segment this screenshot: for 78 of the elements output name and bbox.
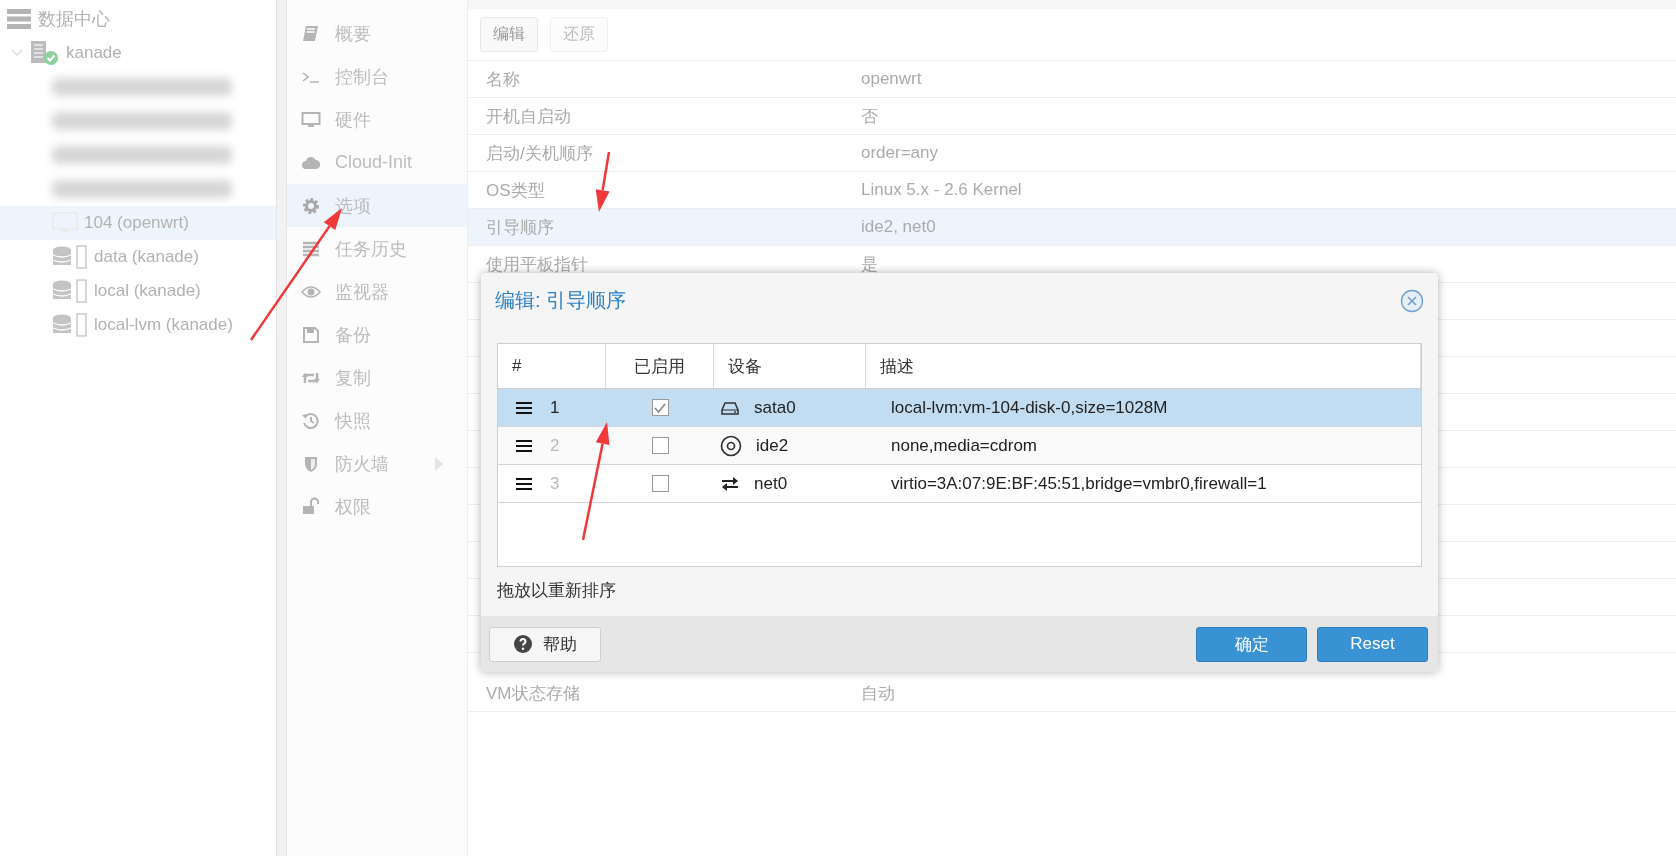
column-header[interactable]: 设备 xyxy=(714,344,866,388)
tree-item[interactable]: local-lvm (kanade) xyxy=(0,308,276,342)
property-value: openwrt xyxy=(861,69,922,89)
nav-item[interactable]: 控制台 xyxy=(287,55,467,98)
property-label: 启动/关机顺序 xyxy=(485,142,594,165)
server-online-icon xyxy=(30,40,60,66)
property-label: 引导顺序 xyxy=(485,216,555,239)
column-header[interactable]: 已启用 xyxy=(606,344,714,388)
server-rack-icon xyxy=(6,8,32,30)
tree-item[interactable]: 数据中心 xyxy=(0,2,276,36)
reset-button[interactable]: Reset xyxy=(1317,626,1428,662)
grid-row[interactable]: 2 ide2 none,media=cdrom xyxy=(498,427,1421,465)
description-cell-text: local-lvm:vm-104-disk-0,size=1028M xyxy=(890,397,1169,418)
property-row[interactable]: 启动/关机顺序 order=any xyxy=(468,135,1676,172)
property-value: order=any xyxy=(861,143,939,163)
nav-item[interactable]: 选项 xyxy=(287,184,467,227)
property-label: 使用平板指针 xyxy=(485,253,589,276)
description-cell-text: virtio=3A:07:9E:BF:45:51,bridge=vmbr0,firewall=1 xyxy=(890,473,1268,494)
checkbox[interactable] xyxy=(651,475,669,492)
monitor-icon xyxy=(301,109,321,130)
nav-item[interactable]: 监视器 xyxy=(287,270,467,313)
row-number: 3 xyxy=(550,473,560,494)
property-value: ide2, net0 xyxy=(861,217,936,237)
device-name: ide2 xyxy=(756,435,789,456)
disc-icon xyxy=(720,434,742,457)
confirm-button[interactable]: 确定 xyxy=(1196,626,1307,662)
dialog-title: 编辑: 引导顺序 xyxy=(495,288,627,313)
property-value: 否 xyxy=(861,105,878,128)
nav-item[interactable]: 备份 xyxy=(287,313,467,356)
row-number: 2 xyxy=(550,435,560,456)
unlock-icon xyxy=(301,496,321,517)
device-name: sata0 xyxy=(754,397,796,418)
book-icon xyxy=(301,23,321,44)
tree-item[interactable]: kanade xyxy=(0,36,276,70)
property-label: 名称 xyxy=(485,68,521,91)
help-icon xyxy=(513,634,533,654)
grid-row[interactable]: 1 sata0 local-lvm:vm-104-disk-0,size=1028M xyxy=(498,389,1421,427)
property-value: 自动 xyxy=(861,682,895,705)
drag-handle-icon[interactable] xyxy=(516,438,532,453)
tree-item[interactable]: 104 (openwrt) xyxy=(0,206,276,240)
drag-handle-icon[interactable] xyxy=(516,400,532,415)
property-label: 开机自启动 xyxy=(485,105,572,128)
property-label: OS类型 xyxy=(485,179,546,202)
drag-handle-icon[interactable] xyxy=(516,476,532,491)
nav-item[interactable]: 概要 xyxy=(287,12,467,55)
row-number: 1 xyxy=(550,397,560,418)
nav-item[interactable]: 硬件 xyxy=(287,98,467,141)
property-row[interactable]: 名称 openwrt xyxy=(468,61,1676,98)
column-header[interactable]: # xyxy=(498,344,606,388)
property-label: VM状态存储 xyxy=(485,682,581,705)
column-header[interactable]: 描述 xyxy=(866,344,1421,388)
history-icon xyxy=(301,410,321,431)
nav-item[interactable]: 快照 xyxy=(287,399,467,442)
nav-item[interactable]: 防火墙 xyxy=(287,442,467,485)
property-row[interactable]: 引导顺序 ide2, net0 xyxy=(468,209,1676,246)
device-name: net0 xyxy=(754,473,788,494)
database-icon xyxy=(52,279,88,303)
property-row[interactable]: VM状态存储 自动 xyxy=(468,675,1676,712)
close-icon[interactable] xyxy=(1400,288,1424,313)
nav-item[interactable]: 复制 xyxy=(287,356,467,399)
hint-text: 拖放以重新排序 xyxy=(497,581,616,600)
database-icon xyxy=(52,313,88,337)
nav-item[interactable]: 任务历史 xyxy=(287,227,467,270)
database-icon xyxy=(52,245,88,269)
settings-icon xyxy=(301,195,321,216)
description-cell-text: none,media=cdrom xyxy=(890,435,1038,456)
toolbar-button[interactable]: 编辑 xyxy=(480,17,538,52)
tree-item[interactable]: data (kanade) xyxy=(0,240,276,274)
checkbox[interactable] xyxy=(651,399,669,416)
annotation-arrow xyxy=(595,151,611,212)
checkbox[interactable] xyxy=(651,437,669,454)
property-value: Linux 5.x - 2.6 Kernel xyxy=(861,180,1022,200)
nav-item[interactable]: 权限 xyxy=(287,485,467,528)
nav-item[interactable]: Cloud-Init xyxy=(287,141,467,184)
help-button[interactable]: 帮助 xyxy=(489,626,601,662)
property-row[interactable]: 开机自启动 否 xyxy=(468,98,1676,135)
tree-item[interactable]: local (kanade) xyxy=(0,274,276,308)
property-value: 是 xyxy=(861,253,878,276)
